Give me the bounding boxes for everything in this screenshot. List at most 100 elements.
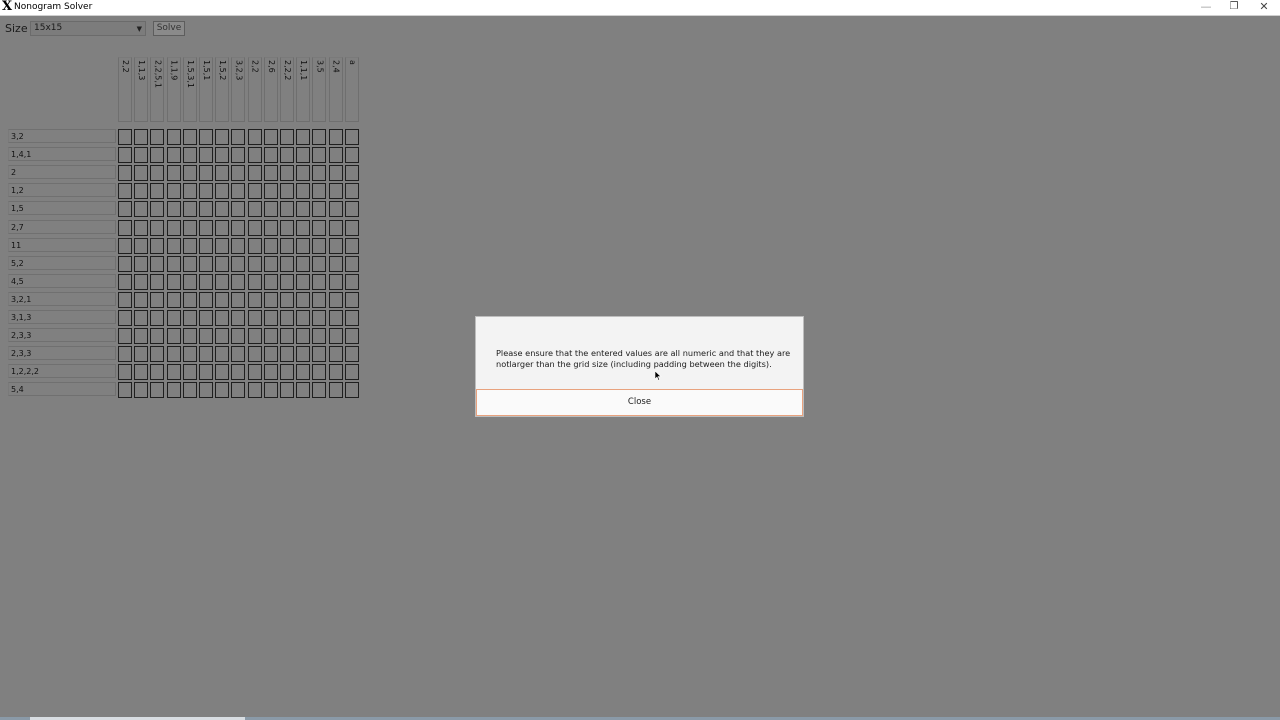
- grid-cell[interactable]: [296, 147, 311, 164]
- grid-cell[interactable]: [280, 273, 294, 290]
- grid-cell[interactable]: [215, 382, 230, 399]
- grid-cell[interactable]: [118, 183, 132, 200]
- row-clue-input[interactable]: 3,2,1: [8, 291, 116, 306]
- grid-cell[interactable]: [134, 165, 149, 182]
- grid-cell[interactable]: [118, 129, 132, 145]
- grid-cell[interactable]: [280, 382, 294, 399]
- grid-cell[interactable]: [182, 147, 197, 164]
- grid-cell[interactable]: [312, 165, 327, 182]
- grid-cell[interactable]: [199, 310, 213, 326]
- grid-cell[interactable]: [166, 328, 181, 345]
- grid-cell[interactable]: [344, 183, 359, 200]
- grid-cell[interactable]: [328, 129, 343, 145]
- grid-cell[interactable]: [182, 291, 197, 308]
- grid-cell[interactable]: [328, 219, 343, 236]
- grid-cell[interactable]: [296, 183, 311, 200]
- grid-cell[interactable]: [344, 382, 359, 399]
- grid-cell[interactable]: [280, 346, 294, 363]
- grid-cell[interactable]: [247, 165, 262, 182]
- grid-cell[interactable]: [280, 147, 294, 164]
- grid-cell[interactable]: [328, 346, 343, 363]
- grid-cell[interactable]: [134, 219, 149, 236]
- grid-cell[interactable]: [247, 364, 262, 381]
- grid-cell[interactable]: [231, 310, 246, 326]
- grid-cell[interactable]: [182, 255, 197, 272]
- row-clue-input[interactable]: 2,3,3: [8, 346, 116, 361]
- grid-cell[interactable]: [134, 273, 149, 290]
- maximize-icon[interactable]: ❐: [1220, 0, 1248, 15]
- row-clue-input[interactable]: 1,2,2,2: [8, 364, 116, 379]
- column-clue-input[interactable]: 1,5,3,1: [182, 57, 197, 122]
- row-clue-input[interactable]: 1,4,1: [8, 147, 116, 162]
- row-clue-input[interactable]: 3,1,3: [8, 310, 116, 324]
- column-clue-input[interactable]: 2,4: [328, 57, 343, 122]
- grid-cell[interactable]: [328, 165, 343, 182]
- grid-cell[interactable]: [134, 255, 149, 272]
- column-clue-input[interactable]: 2,2: [118, 57, 132, 122]
- grid-cell[interactable]: [199, 129, 213, 145]
- grid-cell[interactable]: [134, 183, 149, 200]
- grid-cell[interactable]: [182, 310, 197, 326]
- grid-cell[interactable]: [150, 273, 165, 290]
- grid-cell[interactable]: [344, 255, 359, 272]
- grid-cell[interactable]: [280, 129, 294, 145]
- grid-cell[interactable]: [199, 382, 213, 399]
- column-clue-input[interactable]: 1,1,1: [296, 57, 311, 122]
- grid-cell[interactable]: [118, 219, 132, 236]
- grid-cell[interactable]: [166, 183, 181, 200]
- grid-cell[interactable]: [166, 201, 181, 218]
- grid-cell[interactable]: [280, 201, 294, 218]
- grid-cell[interactable]: [166, 219, 181, 236]
- grid-cell[interactable]: [296, 382, 311, 399]
- grid-cell[interactable]: [166, 291, 181, 308]
- grid-cell[interactable]: [296, 310, 311, 326]
- grid-cell[interactable]: [150, 382, 165, 399]
- grid-cell[interactable]: [134, 364, 149, 381]
- column-clue-input[interactable]: 1,5,2: [215, 57, 230, 122]
- grid-cell[interactable]: [215, 364, 230, 381]
- row-clue-input[interactable]: 1,5: [8, 201, 116, 216]
- grid-cell[interactable]: [296, 219, 311, 236]
- grid-cell[interactable]: [280, 255, 294, 272]
- grid-cell[interactable]: [166, 382, 181, 399]
- grid-cell[interactable]: [166, 346, 181, 363]
- grid-cell[interactable]: [312, 147, 327, 164]
- grid-cell[interactable]: [263, 183, 278, 200]
- grid-cell[interactable]: [280, 183, 294, 200]
- grid-cell[interactable]: [312, 219, 327, 236]
- grid-cell[interactable]: [296, 364, 311, 381]
- grid-cell[interactable]: [182, 273, 197, 290]
- grid-cell[interactable]: [231, 346, 246, 363]
- grid-cell[interactable]: [328, 255, 343, 272]
- grid-cell[interactable]: [263, 201, 278, 218]
- grid-cell[interactable]: [134, 129, 149, 145]
- grid-cell[interactable]: [263, 255, 278, 272]
- grid-cell[interactable]: [150, 201, 165, 218]
- grid-cell[interactable]: [312, 129, 327, 145]
- column-clue-input[interactable]: 2,2,2: [280, 57, 294, 122]
- grid-cell[interactable]: [150, 291, 165, 308]
- grid-cell[interactable]: [134, 328, 149, 345]
- grid-cell[interactable]: [182, 328, 197, 345]
- grid-cell[interactable]: [150, 219, 165, 236]
- grid-cell[interactable]: [312, 364, 327, 381]
- grid-cell[interactable]: [182, 346, 197, 363]
- grid-cell[interactable]: [247, 382, 262, 399]
- grid-cell[interactable]: [182, 364, 197, 381]
- grid-cell[interactable]: [263, 237, 278, 254]
- grid-cell[interactable]: [231, 237, 246, 254]
- grid-cell[interactable]: [215, 201, 230, 218]
- grid-cell[interactable]: [263, 364, 278, 381]
- grid-cell[interactable]: [215, 165, 230, 182]
- close-button[interactable]: Close: [476, 389, 803, 416]
- grid-cell[interactable]: [118, 291, 132, 308]
- grid-cell[interactable]: [312, 291, 327, 308]
- grid-cell[interactable]: [247, 255, 262, 272]
- grid-cell[interactable]: [263, 291, 278, 308]
- grid-cell[interactable]: [134, 310, 149, 326]
- grid-cell[interactable]: [182, 183, 197, 200]
- grid-cell[interactable]: [280, 364, 294, 381]
- grid-cell[interactable]: [118, 237, 132, 254]
- grid-cell[interactable]: [296, 237, 311, 254]
- grid-cell[interactable]: [166, 364, 181, 381]
